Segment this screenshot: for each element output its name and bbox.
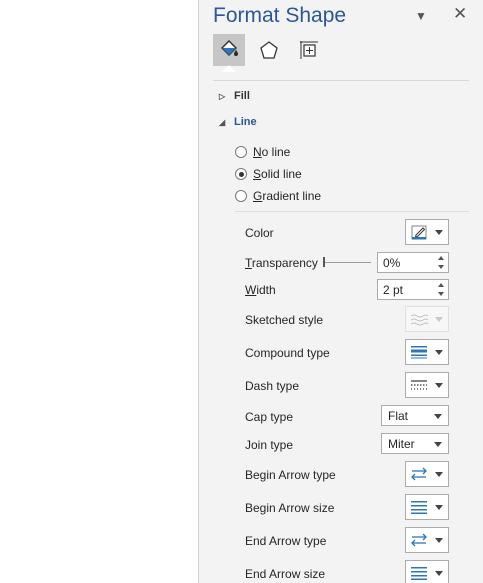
gradient-line-option[interactable]: Gradient line <box>235 189 321 203</box>
spin-down-icon[interactable] <box>438 292 444 296</box>
no-line-radio[interactable] <box>235 146 247 158</box>
sketched-style-button[interactable] <box>405 306 449 332</box>
compound-type-button[interactable] <box>405 339 449 365</box>
line-section-label: Line <box>234 116 257 128</box>
gradient-line-radio[interactable] <box>235 190 247 202</box>
effects-tab[interactable] <box>253 34 285 66</box>
size-properties-icon <box>300 41 318 59</box>
solid-line-label: Solid line <box>253 167 302 181</box>
color-label: Color <box>245 226 274 240</box>
fill-section-label: Fill <box>234 90 250 102</box>
end-arrow-size-button[interactable] <box>405 560 449 583</box>
pane-tabs <box>213 34 473 72</box>
pane-options-icon[interactable]: ▼ <box>415 9 427 23</box>
begin-arrow-size-label: Begin Arrow size <box>245 501 335 515</box>
width-spinner[interactable]: 2 pt <box>377 279 449 300</box>
spinner-arrows[interactable] <box>438 254 446 271</box>
cap-type-label: Cap type <box>245 410 294 424</box>
transparency-slider-track[interactable] <box>323 262 371 263</box>
width-label: Width <box>245 283 276 297</box>
begin-arrow-size-button[interactable] <box>405 494 449 520</box>
chevron-down-icon[interactable] <box>434 414 442 419</box>
fill-line-icon <box>221 40 238 56</box>
pane-title: Format Shape <box>213 4 347 27</box>
transparency-slider-thumb[interactable] <box>323 257 325 267</box>
arrow-type-icon <box>406 463 432 485</box>
width-value[interactable]: 2 pt <box>383 283 403 297</box>
dash-type-button[interactable] <box>405 372 449 398</box>
chevron-down-icon <box>435 229 443 235</box>
chevron-down-icon <box>435 504 443 510</box>
document-area <box>0 0 198 583</box>
begin-arrow-type-label: Begin Arrow type <box>245 468 336 482</box>
color-picker-button[interactable] <box>405 219 449 245</box>
dash-lines-icon <box>406 374 432 396</box>
join-type-value[interactable]: Miter <box>388 437 415 451</box>
transparency-label: Transparency <box>245 256 318 270</box>
spin-down-icon[interactable] <box>438 265 444 269</box>
cap-type-dropdown[interactable]: Flat <box>381 405 449 426</box>
sketched-line-icon <box>406 308 432 330</box>
compound-type-label: Compound type <box>245 346 330 360</box>
close-icon[interactable]: ✕ <box>453 4 467 24</box>
begin-arrow-type-button[interactable] <box>405 461 449 487</box>
join-type-label: Join type <box>245 438 294 452</box>
fill-section-header[interactable]: ▷ Fill <box>219 90 250 102</box>
gradient-line-label: Gradient line <box>253 189 322 203</box>
spin-up-icon[interactable] <box>438 283 444 287</box>
section-separator <box>235 211 469 212</box>
spin-up-icon[interactable] <box>438 256 444 260</box>
format-shape-pane: Format Shape ▼ ✕ ▷ Fill ◢ Line No line S… <box>198 0 483 583</box>
line-section-header[interactable]: ◢ Line <box>219 116 257 128</box>
cap-type-value[interactable]: Flat <box>388 409 408 423</box>
transparency-spinner[interactable]: 0% <box>377 252 449 273</box>
compound-lines-icon <box>406 341 432 363</box>
arrow-size-icon <box>406 496 432 518</box>
chevron-down-icon <box>435 382 443 388</box>
chevron-down-icon <box>435 537 443 543</box>
tab-divider <box>213 80 469 81</box>
size-properties-tab[interactable] <box>293 34 325 66</box>
solid-line-option[interactable]: Solid line <box>235 167 302 181</box>
effects-icon <box>260 41 278 59</box>
sketched-style-label: Sketched style <box>245 313 324 327</box>
collapse-triangle-icon: ◢ <box>219 117 226 127</box>
arrow-size-icon <box>406 562 432 583</box>
chevron-down-icon <box>435 316 443 322</box>
transparency-value[interactable]: 0% <box>383 256 400 270</box>
pen-color-icon <box>406 221 432 243</box>
no-line-option[interactable]: No line <box>235 145 290 159</box>
dash-type-label: Dash type <box>245 379 300 393</box>
chevron-down-icon <box>435 471 443 477</box>
solid-line-radio[interactable] <box>235 168 247 180</box>
no-line-label: No line <box>253 145 291 159</box>
active-tab-caret <box>222 65 236 72</box>
chevron-down-icon <box>435 570 443 576</box>
end-arrow-size-label: End Arrow size <box>245 567 326 581</box>
fill-line-tab[interactable] <box>213 34 245 66</box>
arrow-type-icon <box>406 529 432 551</box>
chevron-down-icon[interactable] <box>434 442 442 447</box>
expand-triangle-icon: ▷ <box>219 91 226 101</box>
chevron-down-icon <box>435 349 443 355</box>
join-type-dropdown[interactable]: Miter <box>381 433 449 454</box>
spinner-arrows[interactable] <box>438 281 446 298</box>
end-arrow-type-button[interactable] <box>405 527 449 553</box>
end-arrow-type-label: End Arrow type <box>245 534 327 548</box>
